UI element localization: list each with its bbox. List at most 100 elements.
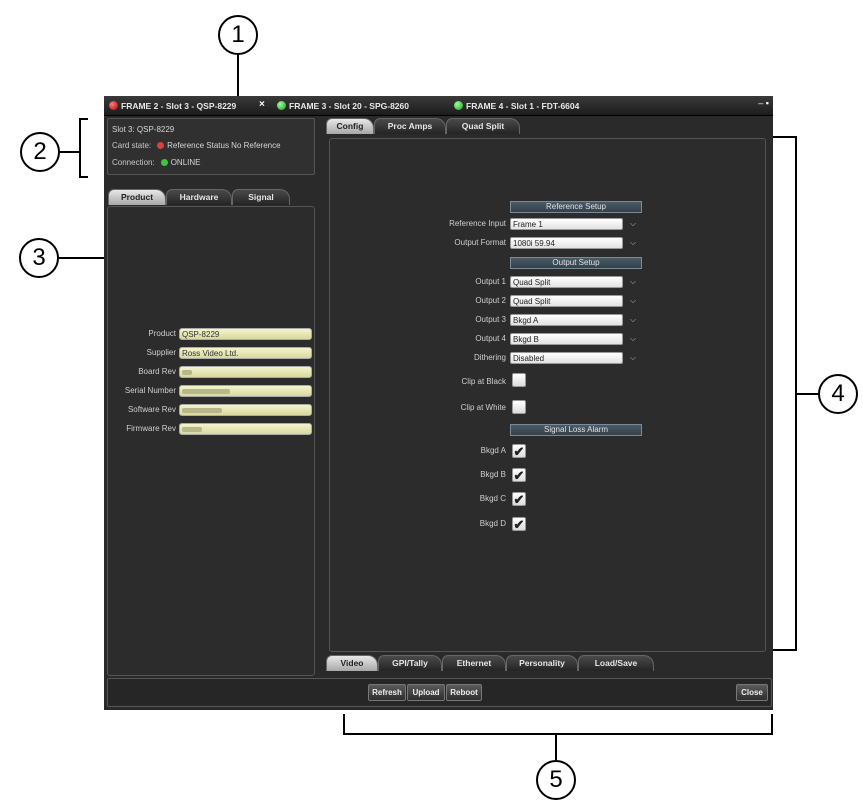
tab-video[interactable]: Video xyxy=(326,655,378,671)
board-rev-label: Board Rev xyxy=(138,367,176,376)
callout-1: 1 xyxy=(218,15,258,55)
output-2-value: Quad Split xyxy=(510,295,623,307)
connection-label: Connection: xyxy=(112,158,155,167)
upload-button[interactable]: Upload xyxy=(407,684,445,701)
device-tab-label: FRAME 2 - Slot 3 - QSP-8229 xyxy=(121,101,237,111)
output-2-select[interactable]: Quad Split ⌵ xyxy=(510,295,640,307)
alarm-bkgd-a-label: Bkgd A xyxy=(480,446,506,455)
product-field: QSP-8229 xyxy=(179,328,312,340)
redacted-value xyxy=(182,389,230,395)
callout-3: 3 xyxy=(19,238,59,278)
alarm-bkgd-d-label: Bkgd D xyxy=(479,519,506,528)
firmware-rev-field xyxy=(179,423,312,435)
card-info-panel: Slot 3: QSP-8229 Card state: Reference St… xyxy=(107,118,315,175)
board-rev-field xyxy=(179,366,312,378)
chevron-down-icon: ⌵ xyxy=(629,334,637,343)
clip-at-black-checkbox[interactable] xyxy=(512,373,526,387)
dithering-label: Dithering xyxy=(473,353,506,362)
status-green-icon xyxy=(277,101,286,110)
serial-number-field xyxy=(179,385,312,397)
output-4-value: Bkgd B xyxy=(510,333,623,345)
alarm-bkgd-c-label: Bkgd C xyxy=(479,494,506,503)
alarm-bkgd-a-checkbox[interactable]: ✔ xyxy=(512,444,526,458)
chevron-down-icon: ⌵ xyxy=(629,296,637,305)
output-2-label: Output 2 xyxy=(475,296,506,305)
alarm-bkgd-c-checkbox[interactable]: ✔ xyxy=(512,492,526,506)
tab-proc-amps[interactable]: Proc Amps xyxy=(374,118,446,134)
clip-at-white-label: Clip at White xyxy=(460,403,506,412)
reboot-button[interactable]: Reboot xyxy=(446,684,482,701)
software-rev-label: Software Rev xyxy=(127,405,176,414)
status-red-icon xyxy=(109,101,118,110)
supplier-label: Supplier xyxy=(146,348,176,357)
device-tab-bar: FRAME 2 - Slot 3 - QSP-8229 × FRAME 3 - … xyxy=(104,96,773,116)
refresh-button[interactable]: Refresh xyxy=(368,684,406,701)
window-controls[interactable]: – ▪ xyxy=(758,98,769,108)
tab-config[interactable]: Config xyxy=(326,118,374,134)
output-format-value: 1080i 59.94 xyxy=(510,237,623,249)
chevron-down-icon: ⌵ xyxy=(629,353,637,362)
close-button[interactable]: Close xyxy=(736,684,768,701)
action-bar: Refresh Upload Reboot Close xyxy=(107,678,772,707)
alarm-bkgd-b-checkbox[interactable]: ✔ xyxy=(512,468,526,482)
device-tab-frame3[interactable]: FRAME 3 - Slot 20 - SPG-8260 xyxy=(277,99,409,113)
output-3-value: Bkgd A xyxy=(510,314,623,326)
output-format-label: Output Format xyxy=(454,238,506,247)
output-1-label: Output 1 xyxy=(475,277,506,286)
supplier-field: Ross Video Ltd. xyxy=(179,347,312,359)
reference-setup-header: Reference Setup xyxy=(510,201,642,213)
connection-row: Connection: ONLINE xyxy=(112,158,201,167)
serial-number-label: Serial Number xyxy=(124,386,176,395)
clip-at-black-label: Clip at Black xyxy=(461,377,506,386)
config-panel xyxy=(329,138,766,652)
tab-product[interactable]: Product xyxy=(108,189,166,205)
application-window: FRAME 2 - Slot 3 - QSP-8229 × FRAME 3 - … xyxy=(104,96,773,710)
status-green-icon xyxy=(454,101,463,110)
tab-personality[interactable]: Personality xyxy=(506,655,578,671)
output-3-label: Output 3 xyxy=(475,315,506,324)
chevron-down-icon: ⌵ xyxy=(629,277,637,286)
card-state-red-icon xyxy=(157,142,165,149)
device-tab-frame2[interactable]: FRAME 2 - Slot 3 - QSP-8229 xyxy=(109,99,236,113)
tab-signal[interactable]: Signal xyxy=(232,189,290,205)
chevron-down-icon: ⌵ xyxy=(629,219,637,228)
product-panel: Product QSP-8229 Supplier Ross Video Ltd… xyxy=(107,206,315,676)
card-state-row: Card state: Reference Status No Reference xyxy=(112,141,281,150)
output-3-select[interactable]: Bkgd A ⌵ xyxy=(510,314,640,326)
card-state-label: Card state: xyxy=(112,141,152,150)
tab-hardware[interactable]: Hardware xyxy=(166,189,232,205)
dithering-select[interactable]: Disabled ⌵ xyxy=(510,352,640,364)
reference-input-value: Frame 1 xyxy=(510,218,623,230)
redacted-value xyxy=(182,370,192,376)
output-setup-header: Output Setup xyxy=(510,257,642,269)
output-format-select[interactable]: 1080i 59.94 ⌵ xyxy=(510,237,640,249)
connection-green-icon xyxy=(160,159,168,166)
alarm-bkgd-d-checkbox[interactable]: ✔ xyxy=(512,517,526,531)
output-4-select[interactable]: Bkgd B ⌵ xyxy=(510,333,640,345)
reference-input-label: Reference Input xyxy=(449,219,506,228)
connection-value: ONLINE xyxy=(170,158,201,167)
device-tab-label: FRAME 4 - Slot 1 - FDT-6604 xyxy=(466,101,580,111)
callout-5: 5 xyxy=(536,760,576,800)
reference-input-select[interactable]: Frame 1 ⌵ xyxy=(510,218,640,230)
chevron-down-icon: ⌵ xyxy=(629,315,637,324)
chevron-down-icon: ⌵ xyxy=(629,238,637,247)
callout-2: 2 xyxy=(20,132,60,172)
slot-label: Slot 3: QSP-8229 xyxy=(112,125,175,134)
signal-loss-alarm-header: Signal Loss Alarm xyxy=(510,424,642,436)
firmware-rev-label: Firmware Rev xyxy=(126,424,176,433)
product-label: Product xyxy=(148,329,176,338)
clip-at-white-checkbox[interactable] xyxy=(512,400,526,414)
close-tab-icon[interactable]: × xyxy=(259,99,265,110)
tab-ethernet[interactable]: Ethernet xyxy=(442,655,506,671)
tab-quad-split[interactable]: Quad Split xyxy=(446,118,520,134)
output-1-value: Quad Split xyxy=(510,276,623,288)
callout-4: 4 xyxy=(818,374,858,414)
software-rev-field xyxy=(179,404,312,416)
tab-load-save[interactable]: Load/Save xyxy=(578,655,654,671)
device-tab-frame4[interactable]: FRAME 4 - Slot 1 - FDT-6604 xyxy=(454,99,579,113)
device-tab-label: FRAME 3 - Slot 20 - SPG-8260 xyxy=(289,101,409,111)
redacted-value xyxy=(182,427,202,433)
output-1-select[interactable]: Quad Split ⌵ xyxy=(510,276,640,288)
tab-gpi-tally[interactable]: GPI/Tally xyxy=(378,655,442,671)
